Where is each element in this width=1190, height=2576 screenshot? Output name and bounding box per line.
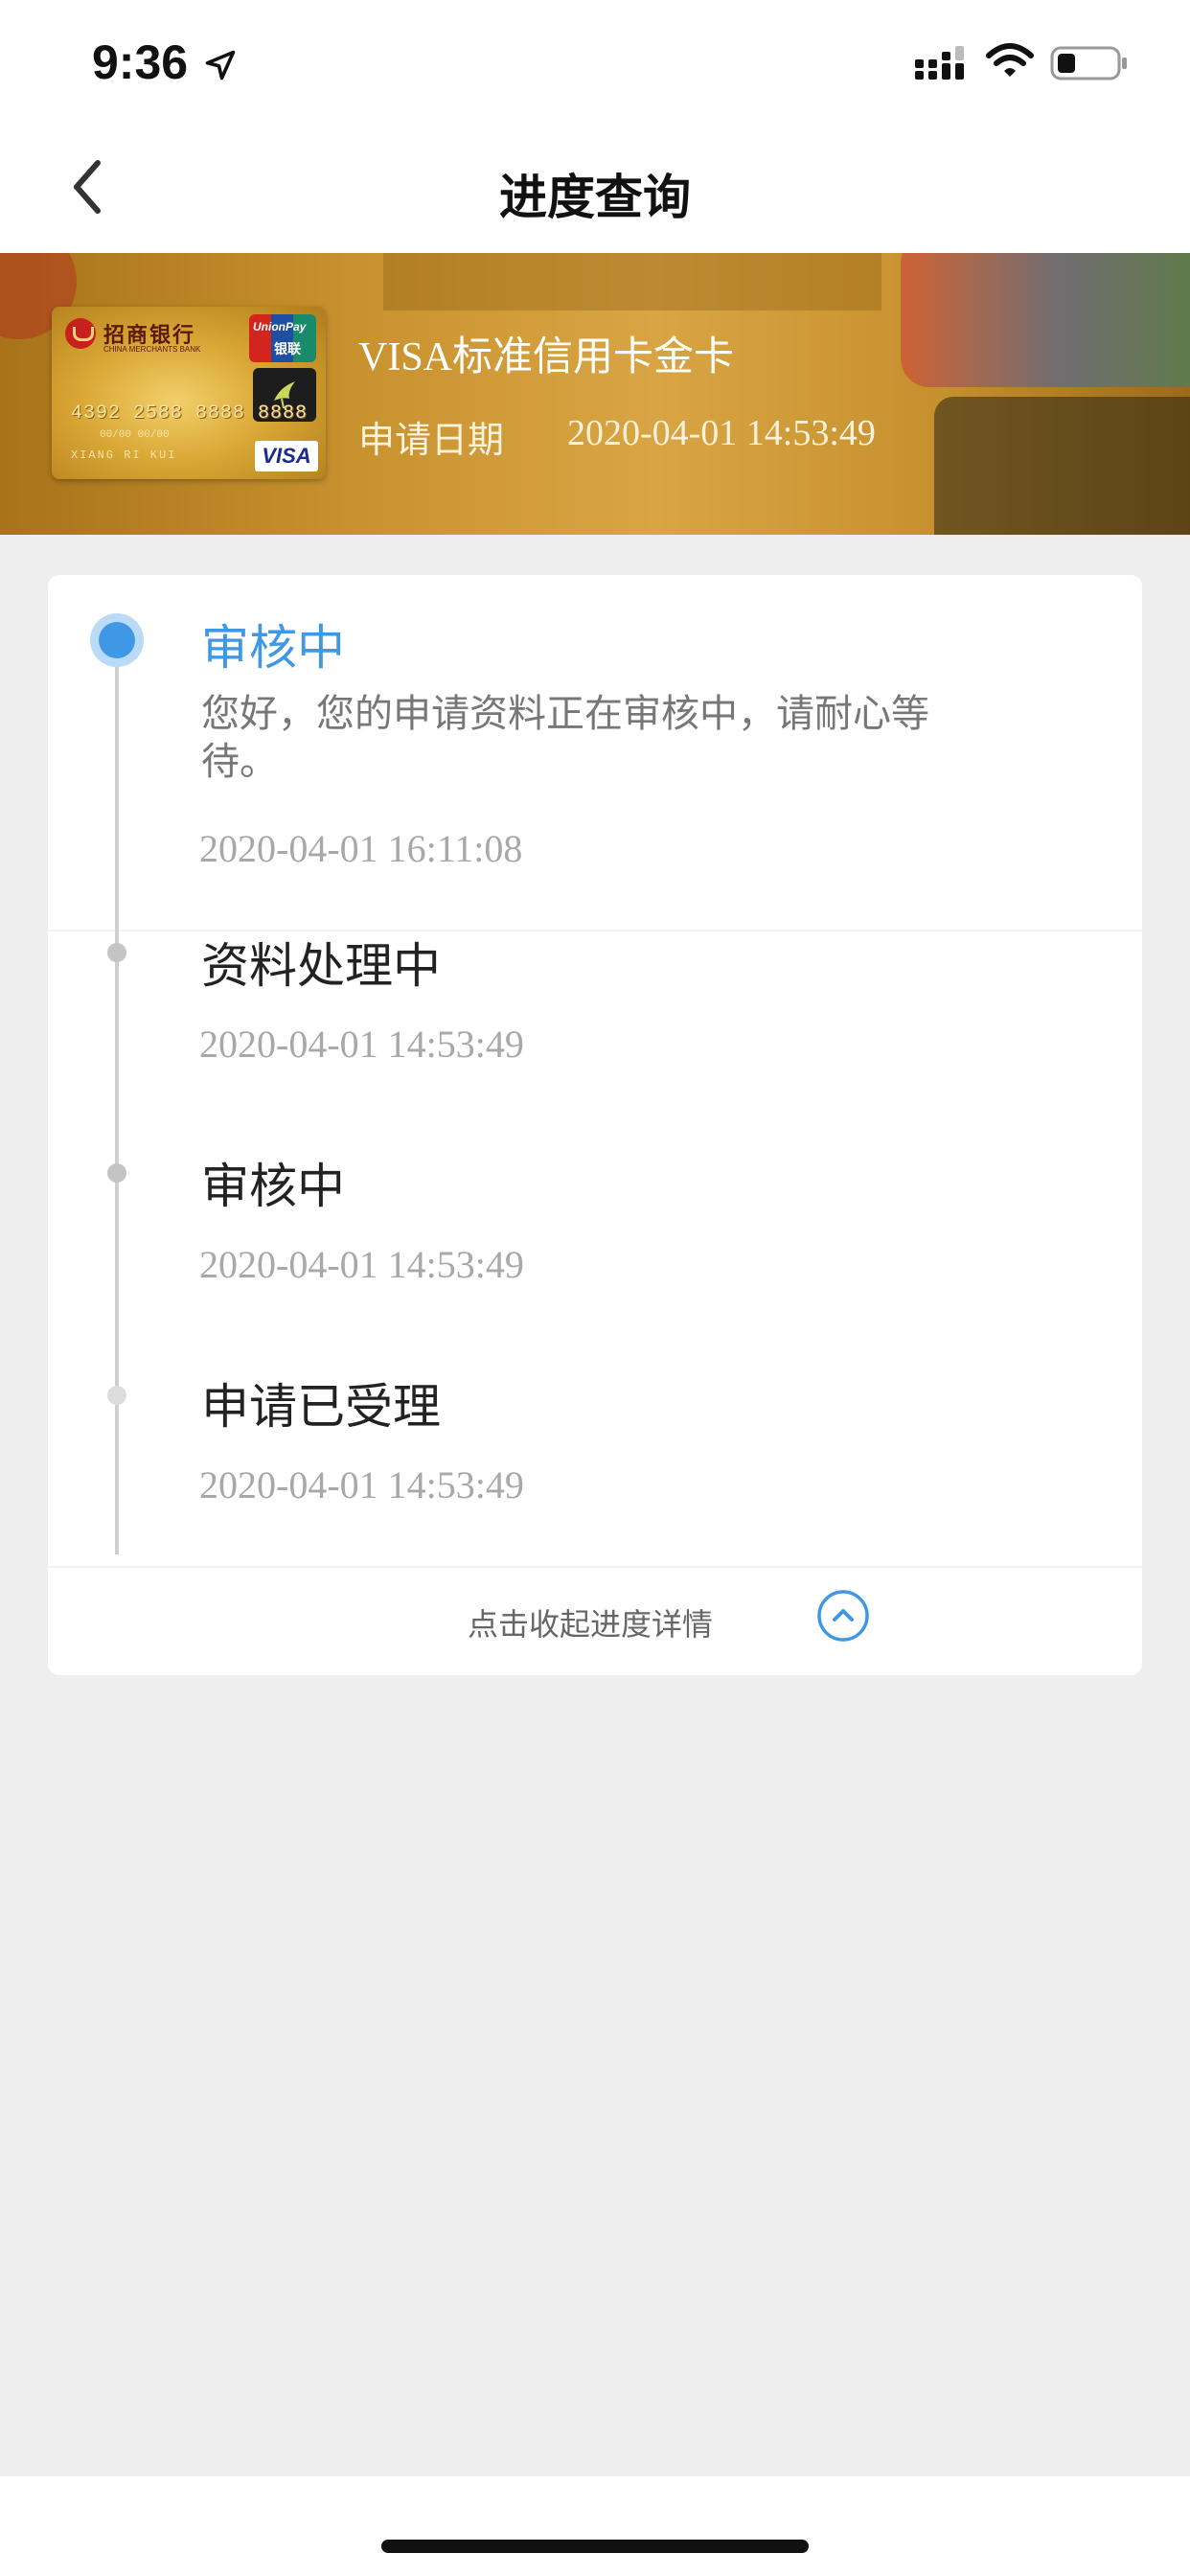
card-valid-thru: 00/00 00/00 bbox=[100, 429, 170, 441]
unionpay-text: UnionPay bbox=[253, 320, 307, 334]
card-number: 4392 2588 8888 8888 bbox=[71, 402, 309, 425]
apply-date-value: 2020-04-01 14:53:49 bbox=[567, 413, 876, 453]
card-banner: 招商银行 CHINA MERCHANTS BANK UnionPay 银联 43… bbox=[0, 253, 1190, 535]
location-arrow-icon bbox=[205, 50, 236, 80]
battery-icon bbox=[1050, 46, 1127, 80]
bank-logo-icon bbox=[65, 318, 96, 349]
collapse-details-button[interactable]: 点击收起进度详情 bbox=[48, 1566, 1142, 1675]
home-indicator-area bbox=[0, 2476, 1190, 2576]
step-time: 2020-04-01 14:53:49 bbox=[199, 1243, 524, 1286]
timeline-dot bbox=[107, 1386, 126, 1405]
step-time: 2020-04-01 14:53:49 bbox=[199, 1463, 524, 1506]
step-time: 2020-04-01 16:11:08 bbox=[199, 827, 523, 870]
banner-blur-decoration bbox=[901, 253, 1190, 387]
home-indicator[interactable] bbox=[381, 2540, 809, 2553]
unionpay-cn-text: 银联 bbox=[274, 342, 301, 357]
status-time: 9:36 bbox=[92, 35, 189, 89]
chevron-up-circle-icon[interactable] bbox=[816, 1589, 870, 1643]
step-description: 您好，您的申请资料正在审核中，请耐心等待。 bbox=[201, 692, 929, 784]
step-title: 审核中 bbox=[201, 1159, 345, 1214]
visa-logo: VISA bbox=[255, 441, 318, 472]
progress-card: 审核中 您好，您的申请资料正在审核中，请耐心等待。 2020-04-01 16:… bbox=[48, 575, 1142, 1675]
nav-bar: 进度查询 bbox=[0, 125, 1190, 253]
card-holder: XIANG RI KUI bbox=[71, 448, 177, 462]
banner-blur-decoration bbox=[383, 253, 881, 310]
step-title: 审核中 bbox=[201, 620, 345, 676]
apply-date-label: 申请日期 bbox=[358, 419, 505, 461]
card-bank-name-en: CHINA MERCHANTS BANK bbox=[103, 345, 201, 354]
page-title: 进度查询 bbox=[499, 170, 691, 225]
step-time: 2020-04-01 14:53:49 bbox=[199, 1023, 524, 1066]
timeline-dot bbox=[107, 1163, 126, 1183]
step-title: 申请已受理 bbox=[201, 1379, 441, 1435]
credit-card-image: 招商银行 CHINA MERCHANTS BANK UnionPay 银联 43… bbox=[52, 307, 326, 479]
timeline-dot bbox=[107, 943, 126, 962]
signal-icon bbox=[915, 46, 964, 80]
timeline-line bbox=[115, 642, 119, 1554]
collapse-label: 点击收起进度详情 bbox=[468, 1606, 714, 1643]
card-product-name: VISA标准信用卡金卡 bbox=[358, 335, 735, 380]
unionpay-logo: UnionPay 银联 bbox=[249, 314, 316, 362]
timeline-dot-active bbox=[90, 613, 144, 667]
banner-blur-decoration bbox=[934, 397, 1190, 535]
step-title: 资料处理中 bbox=[201, 938, 441, 994]
wifi-icon bbox=[986, 43, 1034, 77]
status-bar: 9:36 bbox=[0, 0, 1190, 125]
